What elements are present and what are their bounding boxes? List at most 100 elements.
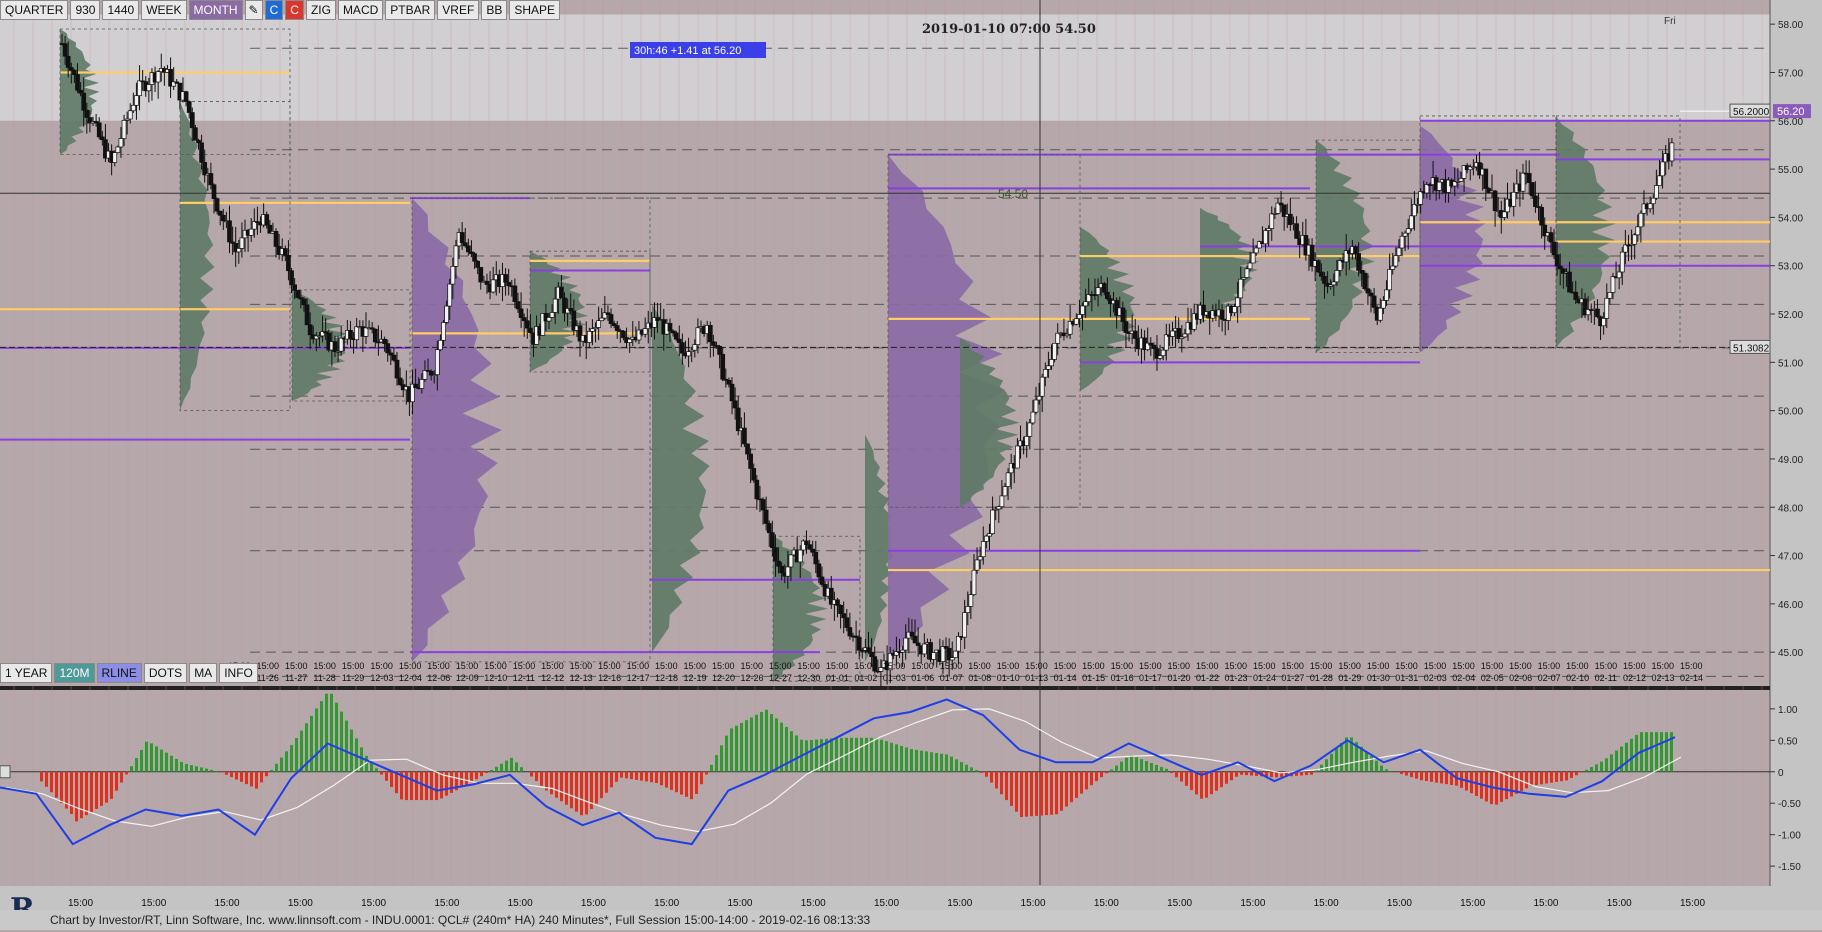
macd-histogram-bar: [655, 772, 658, 783]
macd-histogram-bar: [1215, 772, 1218, 791]
candle-body: [1121, 308, 1125, 322]
candle-body: [1636, 227, 1640, 235]
timeframe-1-year-button[interactable]: 1 YEAR: [0, 663, 52, 683]
macd-histogram-bar: [415, 772, 418, 800]
candle-body: [190, 113, 194, 128]
toolbar-month-button[interactable]: MONTH: [189, 0, 243, 20]
toolbar-zig-button[interactable]: ZIG: [306, 0, 336, 20]
timeframe-rline-button[interactable]: RLINE: [97, 663, 142, 683]
macd-histogram-bar: [60, 772, 63, 803]
candle-body: [609, 315, 613, 324]
macd-histogram-bar: [1040, 772, 1043, 816]
bottom-time-label: 15:00: [141, 898, 166, 909]
candle-body: [420, 379, 424, 388]
bottom-time-label: 15:00: [1533, 898, 1558, 909]
macd-histogram-bar: [1135, 757, 1138, 772]
macd-histogram-bar: [135, 758, 138, 772]
candle-body: [156, 72, 160, 82]
time-label: 15:00: [256, 661, 279, 671]
time-label: 15:00: [684, 661, 707, 671]
profile-label: 54.50: [998, 187, 1028, 201]
timeframe-ma-button[interactable]: MA: [189, 663, 217, 683]
candle-body: [1602, 318, 1606, 325]
candle-body: [1533, 196, 1537, 207]
macd-histogram-bar: [1115, 766, 1118, 772]
macd-histogram-bar: [385, 772, 388, 781]
candle-body: [1360, 270, 1364, 273]
candle-body: [736, 408, 740, 431]
macd-histogram-bar: [1125, 758, 1128, 772]
toolbar-macd-button[interactable]: MACD: [338, 0, 383, 20]
macd-histogram-bar: [1580, 772, 1583, 773]
toolbar-1440-button[interactable]: 1440: [102, 0, 139, 20]
macd-histogram-bar: [595, 772, 598, 804]
date-label: 12-06: [427, 673, 450, 683]
macd-histogram-bar: [1575, 772, 1578, 775]
candle-body: [1158, 356, 1162, 359]
candle-body: [963, 613, 967, 638]
toolbar-quarter-button[interactable]: QUARTER: [0, 0, 68, 20]
macd-histogram-bar: [1180, 772, 1183, 782]
macd-histogram-bar: [515, 762, 518, 771]
candle-body: [978, 557, 982, 560]
date-label: 02-07: [1538, 673, 1561, 683]
macd-histogram-bar: [1245, 772, 1248, 775]
candle-body: [804, 541, 808, 545]
measure-label: 30h:46 +1.41 at 56.20: [634, 45, 741, 57]
macd-histogram-bar: [925, 751, 928, 771]
toolbar-bb-button[interactable]: BB: [481, 0, 507, 20]
candle-body: [1319, 272, 1323, 276]
macd-tick-label: 1.00: [1778, 705, 1798, 716]
candle-body: [283, 249, 287, 256]
candle-body: [476, 261, 480, 267]
red-c-icon[interactable]: C: [285, 0, 304, 20]
price-tick-label: 51.00: [1778, 358, 1803, 369]
timeframe-info-button[interactable]: INFO: [219, 663, 258, 683]
toolbar-week-button[interactable]: WEEK: [141, 0, 186, 20]
candle-body: [1369, 293, 1373, 296]
macd-histogram-bar: [1025, 772, 1028, 817]
toolbar-vref-button[interactable]: VREF: [437, 0, 479, 20]
toolbar-ptbar-button[interactable]: PTBAR: [385, 0, 435, 20]
candle-body: [1264, 231, 1268, 244]
macd-histogram-bar: [1380, 765, 1383, 771]
time-label: 15:00: [940, 661, 963, 671]
macd-histogram-bar: [910, 749, 913, 772]
macd-histogram-bar: [675, 772, 678, 792]
toolbar-shape-button[interactable]: SHAPE: [509, 0, 560, 20]
highlight-band: [0, 14, 1770, 120]
blue-c-icon[interactable]: C: [265, 0, 284, 20]
price-tick-label: 58.00: [1778, 20, 1803, 31]
candle-body: [116, 147, 120, 153]
date-label: 02-03: [1424, 673, 1447, 683]
candle-body: [547, 317, 551, 321]
price-tick-label: 50.00: [1778, 407, 1803, 418]
macd-histogram-bar: [645, 772, 648, 782]
macd-histogram-bar: [75, 772, 78, 822]
macd-histogram-bar: [535, 772, 538, 781]
time-label: 15:00: [1595, 661, 1618, 671]
macd-histogram-bar: [630, 772, 633, 779]
toolbar-930-button[interactable]: 930: [70, 0, 100, 20]
time-label: 15:00: [1281, 661, 1304, 671]
candle-body: [1236, 298, 1240, 307]
chart-canvas[interactable]: 58.0057.0056.0055.0054.0053.0052.0051.00…: [0, 0, 1822, 930]
top-toolbar: QUARTER9301440WEEKMONTH✎CCZIGMACDPTBARVR…: [0, 0, 560, 20]
candle-body: [138, 81, 142, 96]
macd-histogram-bar: [1240, 772, 1243, 775]
macd-histogram-bar: [1660, 732, 1663, 772]
candle-body: [448, 284, 452, 306]
candle-body: [628, 339, 632, 342]
macd-histogram-bar: [685, 772, 688, 797]
macd-histogram-bar: [580, 772, 583, 815]
candle-body: [761, 499, 765, 510]
candle-body: [383, 339, 387, 343]
timeframe-120m-button[interactable]: 120M: [54, 663, 94, 683]
pencil-icon[interactable]: ✎: [245, 0, 263, 20]
date-label: 01-17: [1139, 673, 1162, 683]
timeframe-dots-button[interactable]: DOTS: [144, 663, 187, 683]
candle-body: [85, 110, 89, 117]
time-label: 15:00: [769, 661, 792, 671]
candle-body: [733, 401, 737, 408]
candle-body: [1530, 183, 1534, 196]
